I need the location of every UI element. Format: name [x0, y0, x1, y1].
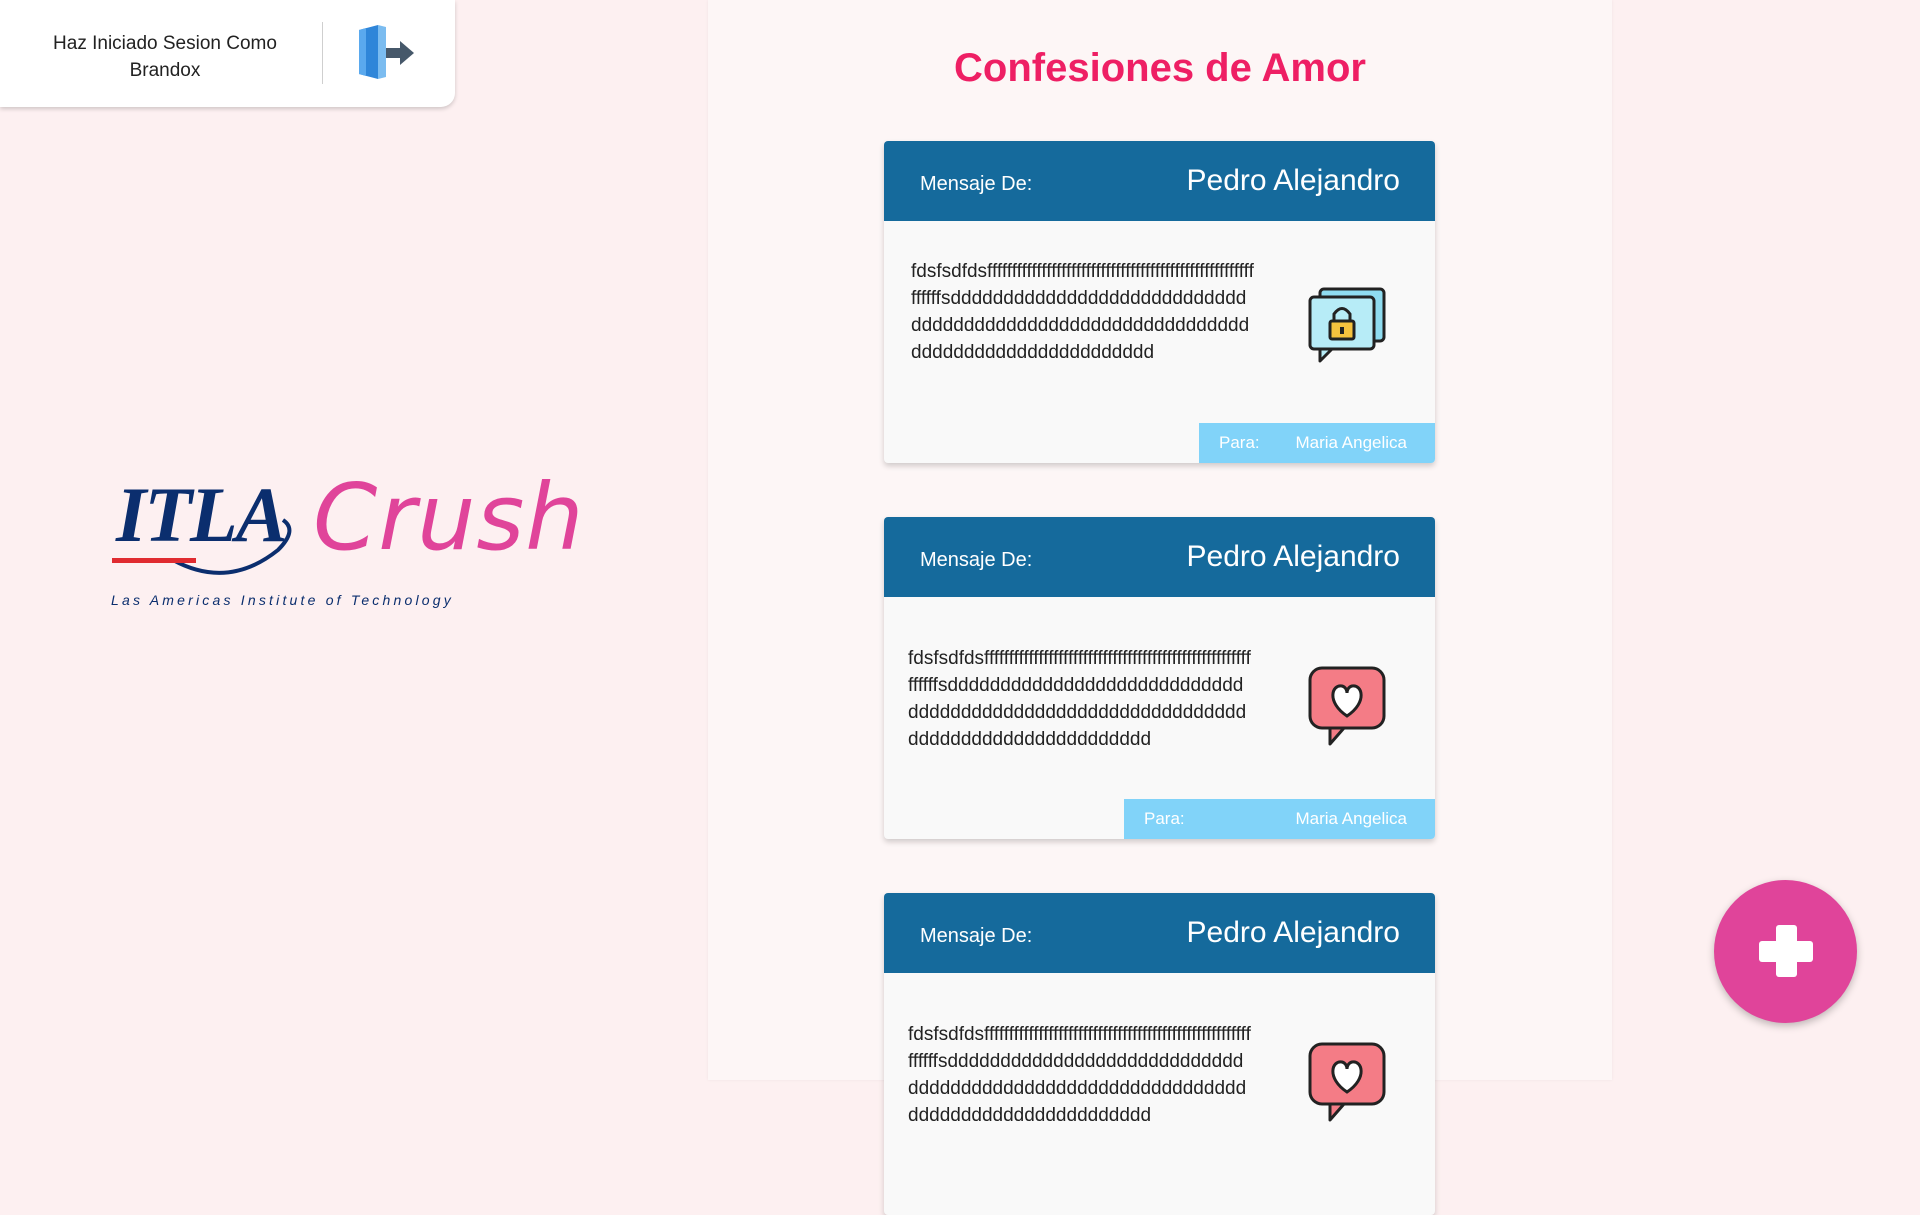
confession-card: Mensaje De: Pedro Alejandro fdsfsdfdsfff… — [884, 517, 1435, 839]
session-card: Haz Iniciado Sesion Como Brandox — [0, 0, 455, 107]
plus-icon-bar — [1759, 941, 1813, 962]
confessions-feed: Confesiones de Amor Mensaje De: Pedro Al… — [708, 0, 1612, 1215]
card-footer: Para: Maria Angelica — [1124, 799, 1435, 839]
from-name: Pedro Alejandro — [1186, 540, 1401, 573]
add-confession-button[interactable] — [1714, 880, 1857, 1023]
locked-message-icon — [1308, 287, 1386, 363]
card-footer: Para: Maria Angelica — [1199, 423, 1435, 463]
session-status-line1: Haz Iniciado Sesion Como — [53, 33, 277, 54]
confession-message: fdsfsdfdsfffffffffffffffffffffffffffffff… — [908, 648, 1251, 750]
left-panel: Haz Iniciado Sesion Como Brandox ITLA Cr… — [0, 0, 707, 1080]
logout-button[interactable] — [356, 24, 418, 82]
from-label: Mensaje De: — [920, 173, 1033, 195]
confession-message: fdsfsdfdsfffffffffffffffffffffffffffffff… — [911, 261, 1254, 363]
from-name: Pedro Alejandro — [1186, 916, 1401, 949]
to-label: Para: — [1144, 809, 1185, 828]
heart-message-icon — [1308, 666, 1386, 746]
to-label: Para: — [1219, 433, 1260, 452]
from-label: Mensaje De: — [920, 549, 1033, 571]
heart-message-icon — [1308, 1042, 1386, 1122]
to-name: Maria Angelica — [1295, 433, 1407, 452]
from-name: Pedro Alejandro — [1186, 164, 1401, 197]
session-username: Brandox — [129, 60, 201, 81]
card-header: Mensaje De: Pedro Alejandro — [884, 893, 1435, 973]
confession-card: Mensaje De: Pedro Alejandro fdsfsdfdsfff… — [884, 141, 1435, 463]
confession-message: fdsfsdfdsfffffffffffffffffffffffffffffff… — [908, 1024, 1251, 1126]
logout-door-icon — [359, 25, 414, 79]
card-header: Mensaje De: Pedro Alejandro — [884, 141, 1435, 221]
confession-card: Mensaje De: Pedro Alejandro fdsfsdfdsfff… — [884, 893, 1435, 1215]
logo-swoosh — [172, 518, 292, 575]
logo-red-underline — [112, 558, 196, 563]
to-name: Maria Angelica — [1295, 809, 1407, 828]
logo-subtitle: Las Americas Institute of Technology — [111, 592, 454, 608]
itla-crush-logo: ITLA Crush Las Americas Institute of Tec… — [108, 464, 608, 620]
card-header: Mensaje De: Pedro Alejandro — [884, 517, 1435, 597]
page-title: Confesiones de Amor — [954, 46, 1366, 90]
divider — [322, 22, 323, 84]
from-label: Mensaje De: — [920, 925, 1033, 947]
session-status: Haz Iniciado Sesion Como Brandox — [30, 30, 300, 84]
logo-crush-text: Crush — [313, 464, 585, 571]
